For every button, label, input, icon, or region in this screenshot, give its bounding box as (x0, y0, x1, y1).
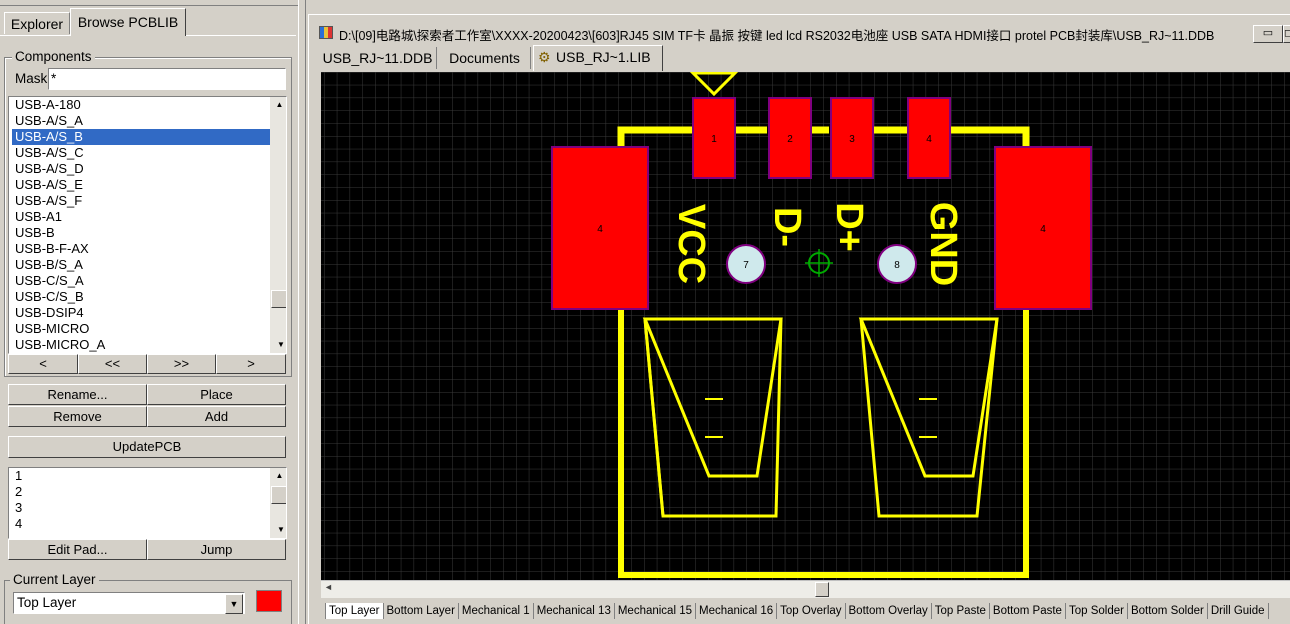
silk-text-dminus: D- (766, 207, 808, 247)
pads-list-scrollbar[interactable]: ▲ ▼ (270, 468, 286, 538)
component-list-item[interactable]: USB-DSIP4 (12, 305, 286, 321)
component-list-item[interactable]: USB-A/S_D (12, 161, 286, 177)
silk-text-dplus: D+ (828, 202, 870, 252)
gear-icon: ⚙ (538, 49, 551, 65)
pad-2-label: 2 (787, 134, 793, 145)
scroll-left-arrow-icon[interactable]: ◄ (324, 582, 333, 592)
mask-label: Mask (15, 71, 48, 86)
current-layer-color-swatch[interactable] (256, 590, 282, 612)
pads-list[interactable]: 1234 ▲ ▼ (8, 467, 287, 539)
component-list-item[interactable]: USB-C/S_A (12, 273, 286, 289)
splitter[interactable] (298, 0, 306, 624)
layer-tab-top-paste[interactable]: Top Paste (932, 603, 990, 619)
hole-8-label: 8 (894, 260, 900, 271)
tab-underline-right (186, 35, 296, 36)
nav-last-button[interactable]: >> (147, 354, 216, 374)
window-app-icon (319, 26, 333, 39)
pads-scroll-thumb[interactable] (271, 486, 286, 504)
layer-tab-drill-guide[interactable]: Drill Guide (1208, 603, 1269, 619)
hole-7-label: 7 (743, 260, 749, 271)
component-list[interactable]: USB-A-180 USB-A/S_A USB-A/S_B USB-A/S_C USB-… (8, 96, 287, 354)
canvas-hscrollbar[interactable]: ◄ (321, 580, 1290, 598)
doc-tab-bar: USB_RJ~11.DDB Documents ⚙ USB_RJ~1.LIB (319, 45, 1290, 71)
hscroll-thumb[interactable] (815, 582, 829, 597)
component-list-item[interactable]: USB-A-180 (12, 97, 286, 113)
scroll-up-arrow-icon[interactable]: ▲ (273, 97, 286, 113)
scroll-thumb[interactable] (271, 290, 286, 308)
layer-tab-top-overlay[interactable]: Top Overlay (777, 603, 846, 619)
silk-text-gnd: GND (922, 202, 964, 286)
pcb-canvas[interactable]: 4 4 1 2 3 4 VCC D- D+ GND 7 8 (321, 72, 1290, 580)
remove-button[interactable]: Remove (8, 406, 147, 427)
scroll-down-arrow-icon[interactable]: ▼ (273, 337, 286, 353)
pad-list-item[interactable]: 3 (12, 500, 286, 516)
layer-tab-top-solder[interactable]: Top Solder (1066, 603, 1128, 619)
layer-tab-mechanical-15[interactable]: Mechanical 15 (615, 603, 696, 619)
mask-input[interactable]: * (48, 68, 286, 90)
update-pcb-button[interactable]: UpdatePCB (8, 436, 286, 458)
component-list-item[interactable]: USB-B (12, 225, 286, 241)
component-list-item[interactable]: USB-A/S_B (12, 129, 273, 145)
current-layer-value: Top Layer (17, 595, 77, 610)
component-list-item[interactable]: USB-C/S_B (12, 289, 286, 305)
layer-tab-mechanical-13[interactable]: Mechanical 13 (534, 603, 615, 619)
pad-list-item[interactable]: 4 (12, 516, 286, 532)
pad-list-item[interactable]: 1 (12, 468, 286, 484)
component-list-item[interactable]: USB-MICRO_A (12, 337, 286, 353)
restore-icon[interactable]: ◻ (1283, 25, 1290, 43)
window-title-bar[interactable]: D:\[09]电路城\探索者工作室\XXXX-20200423\[603]RJ4… (313, 19, 1290, 47)
jump-button[interactable]: Jump (147, 539, 286, 560)
pad-list-item[interactable]: 2 (12, 484, 286, 500)
component-list-item[interactable]: USB-B-F-AX (12, 241, 286, 257)
pads-scroll-down-icon[interactable]: ▼ (273, 522, 286, 538)
layer-tab-mechanical-16[interactable]: Mechanical 16 (696, 603, 778, 619)
component-list-scrollbar[interactable]: ▲ ▼ (270, 97, 286, 353)
place-button[interactable]: Place (147, 384, 286, 405)
components-title: Components (12, 49, 95, 64)
add-button[interactable]: Add (147, 406, 286, 427)
component-list-item[interactable]: USB-A/S_A (12, 113, 286, 129)
layer-tab-bottom-solder[interactable]: Bottom Solder (1128, 603, 1208, 619)
layer-tab-top-layer[interactable]: Top Layer (325, 603, 384, 619)
mount-pad-right-label: 4 (1040, 224, 1046, 235)
chevron-down-icon[interactable]: ▼ (225, 594, 243, 614)
doc-tab-documents[interactable]: Documents (439, 47, 531, 69)
pads-scroll-up-icon[interactable]: ▲ (273, 468, 286, 484)
layer-tab-mechanical-1[interactable]: Mechanical 1 (459, 603, 534, 619)
component-list-item[interactable]: USB-MICRO (12, 321, 286, 337)
tab-explorer[interactable]: Explorer (4, 12, 70, 34)
rename-button[interactable]: Rename... (8, 384, 147, 405)
doc-tab-lib-label: USB_RJ~1.LIB (556, 49, 651, 65)
left-panel: Explorer Browse PCBLIB Components Mask *… (0, 0, 298, 624)
toolbar-strip (0, 0, 298, 6)
edit-pad-button[interactable]: Edit Pad... (8, 539, 147, 560)
pad-1-label: 1 (711, 134, 717, 145)
nav-next-button[interactable]: > (216, 354, 286, 374)
window-title: D:\[09]电路城\探索者工作室\XXXX-20200423\[603]RJ4… (339, 29, 1215, 43)
minimize-icon[interactable]: ▭ (1253, 25, 1283, 43)
layer-tab-bar: Top Layer Bottom Layer Mechanical 1 Mechani… (325, 602, 1290, 620)
nav-first-button[interactable]: << (78, 354, 147, 374)
component-list-item[interactable]: USB-A/S_F (12, 193, 286, 209)
mount-pad-left-label: 4 (597, 224, 603, 235)
document-window: D:\[09]电路城\探索者工作室\XXXX-20200423\[603]RJ4… (308, 14, 1290, 624)
current-layer-title: Current Layer (10, 572, 99, 587)
current-layer-select[interactable]: Top Layer ▼ (13, 592, 245, 614)
nav-prev-button[interactable]: < (8, 354, 78, 374)
pad-4-label: 4 (926, 134, 932, 145)
component-list-item[interactable]: USB-A/S_C (12, 145, 286, 161)
layer-tab-bottom-layer[interactable]: Bottom Layer (384, 603, 459, 619)
component-list-item[interactable]: USB-A1 (12, 209, 286, 225)
tab-underline (0, 35, 70, 36)
tab-browse-pcblib[interactable]: Browse PCBLIB (70, 8, 186, 36)
layer-tab-bottom-overlay[interactable]: Bottom Overlay (846, 603, 932, 619)
component-list-item[interactable]: USB-A/S_E (12, 177, 286, 193)
doc-tab-ddb[interactable]: USB_RJ~11.DDB (319, 47, 437, 69)
pad-3-label: 3 (849, 134, 855, 145)
component-list-item[interactable]: USB-B/S_A (12, 257, 286, 273)
layer-tab-bottom-paste[interactable]: Bottom Paste (990, 603, 1066, 619)
silk-text-vcc: VCC (670, 204, 712, 284)
doc-tab-lib[interactable]: ⚙ USB_RJ~1.LIB (533, 45, 663, 71)
pcb-drawing[interactable]: 4 4 1 2 3 4 VCC D- D+ GND 7 8 (321, 72, 1290, 580)
